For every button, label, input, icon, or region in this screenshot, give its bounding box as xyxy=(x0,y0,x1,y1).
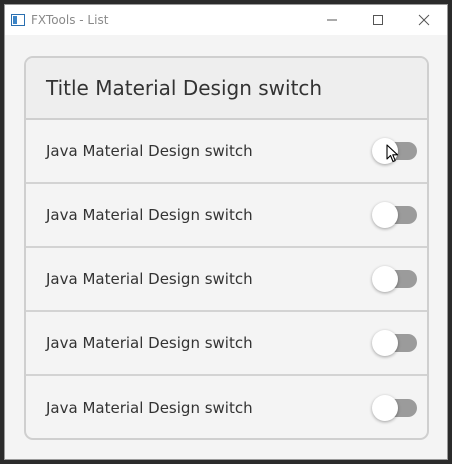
title-bar[interactable]: FXTools - List xyxy=(5,5,447,35)
material-switch-toggle[interactable] xyxy=(371,265,419,293)
list-item: Java Material Design switch xyxy=(26,376,427,438)
window-title: FXTools - List xyxy=(31,13,109,27)
list-item: Java Material Design switch xyxy=(26,120,427,184)
minimize-icon xyxy=(327,19,337,21)
maximize-icon xyxy=(373,15,383,25)
window-controls xyxy=(309,5,447,35)
list-item-label: Java Material Design switch xyxy=(46,399,253,417)
material-switch-toggle[interactable] xyxy=(371,329,419,357)
switch-thumb xyxy=(372,395,398,421)
list-item-label: Java Material Design switch xyxy=(46,270,253,288)
app-window-icon xyxy=(11,14,25,26)
switch-list-card: Title Material Design switch Java Materi… xyxy=(24,56,429,440)
close-icon xyxy=(418,14,430,26)
app-window: FXTools - List Title Material Design swi… xyxy=(4,4,448,460)
material-switch-toggle[interactable] xyxy=(371,137,419,165)
switch-thumb xyxy=(372,266,398,292)
list-item: Java Material Design switch xyxy=(26,312,427,376)
switch-thumb xyxy=(372,330,398,356)
material-switch-toggle[interactable] xyxy=(371,201,419,229)
card-title: Title Material Design switch xyxy=(26,58,427,120)
minimize-button[interactable] xyxy=(309,5,355,35)
list-item: Java Material Design switch xyxy=(26,248,427,312)
list-item: Java Material Design switch xyxy=(26,184,427,248)
list-item-label: Java Material Design switch xyxy=(46,206,253,224)
list-item-label: Java Material Design switch xyxy=(46,142,253,160)
maximize-button[interactable] xyxy=(355,5,401,35)
material-switch-toggle[interactable] xyxy=(371,394,419,422)
switch-thumb xyxy=(372,202,398,228)
switch-thumb xyxy=(372,138,398,164)
close-button[interactable] xyxy=(401,5,447,35)
list-item-label: Java Material Design switch xyxy=(46,334,253,352)
